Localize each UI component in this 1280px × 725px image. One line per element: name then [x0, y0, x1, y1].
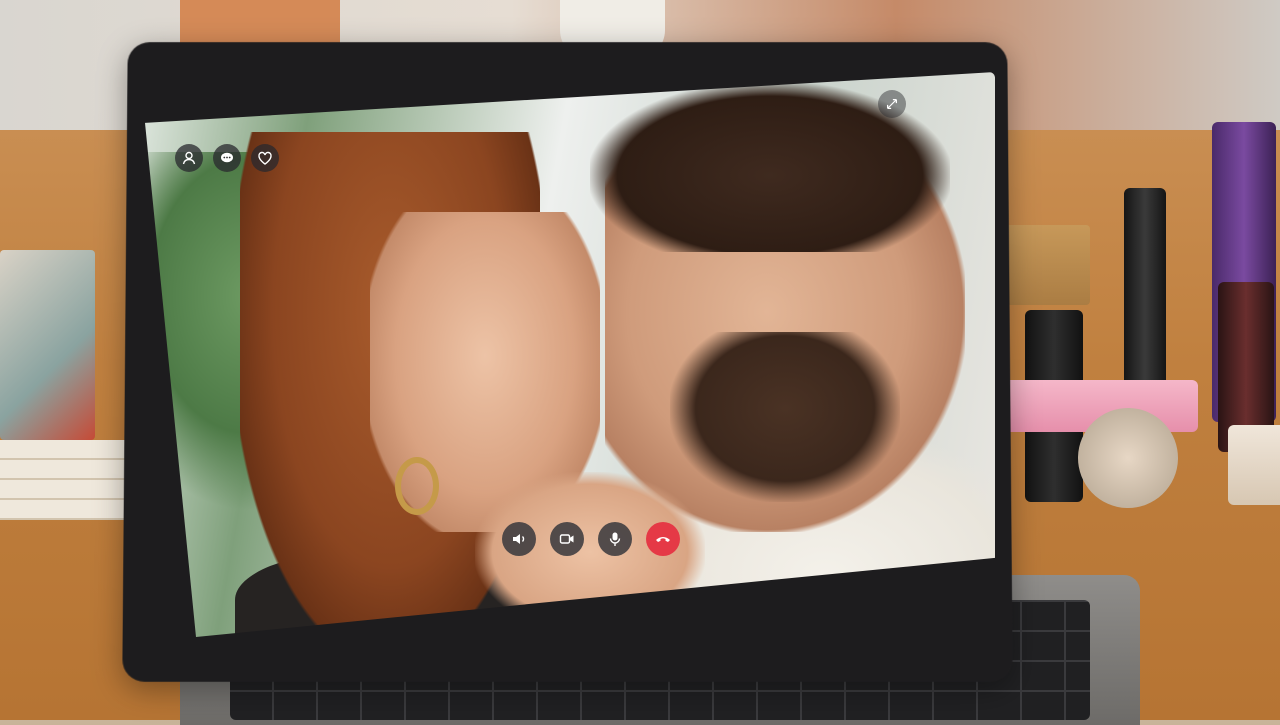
- end-call-icon[interactable]: [646, 522, 680, 556]
- heart-icon[interactable]: [251, 144, 279, 172]
- top-controls: [175, 144, 279, 172]
- user-icon[interactable]: [175, 144, 203, 172]
- book-stack: [0, 250, 125, 530]
- video-camera-icon[interactable]: [550, 522, 584, 556]
- microphone-icon[interactable]: [598, 522, 632, 556]
- call-controls: [502, 522, 680, 556]
- compact-case: [1228, 425, 1280, 505]
- mascara-black: [1124, 188, 1166, 393]
- earring: [395, 457, 439, 515]
- speaker-icon[interactable]: [502, 522, 536, 556]
- expand-icon[interactable]: [878, 90, 906, 118]
- chat-icon[interactable]: [213, 144, 241, 172]
- video-call-screen: [145, 72, 995, 637]
